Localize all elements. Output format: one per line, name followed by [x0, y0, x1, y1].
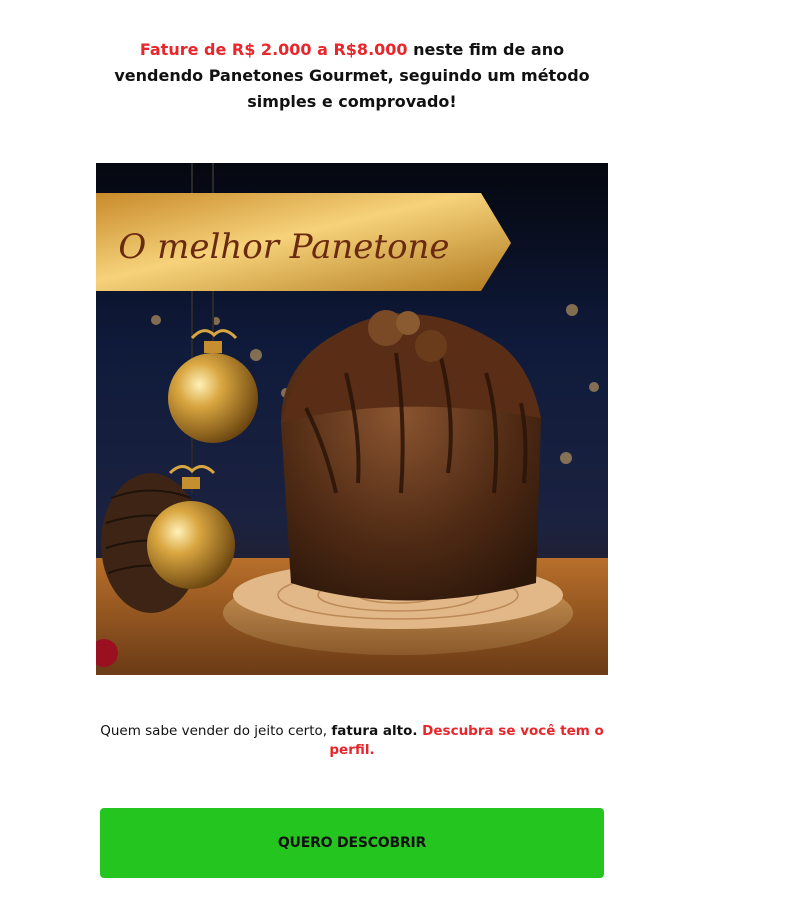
subtext-plain: Quem sabe vender do jeito certo,: [100, 723, 332, 739]
headline-highlight: Fature de R$ 2.000 a R$8.000: [139, 40, 408, 59]
headline: Fature de R$ 2.000 a R$8.000 neste fim d…: [96, 37, 608, 115]
quero-descobrir-button[interactable]: QUERO DESCOBRIR: [100, 808, 604, 878]
banner-text: O melhor Panetone: [118, 227, 449, 267]
panettone-hero-image: O melhor Panetone: [96, 163, 608, 675]
subtext: Quem sabe vender do jeito certo, fatura …: [96, 722, 608, 760]
subtext-bold: fatura alto.: [331, 723, 418, 739]
